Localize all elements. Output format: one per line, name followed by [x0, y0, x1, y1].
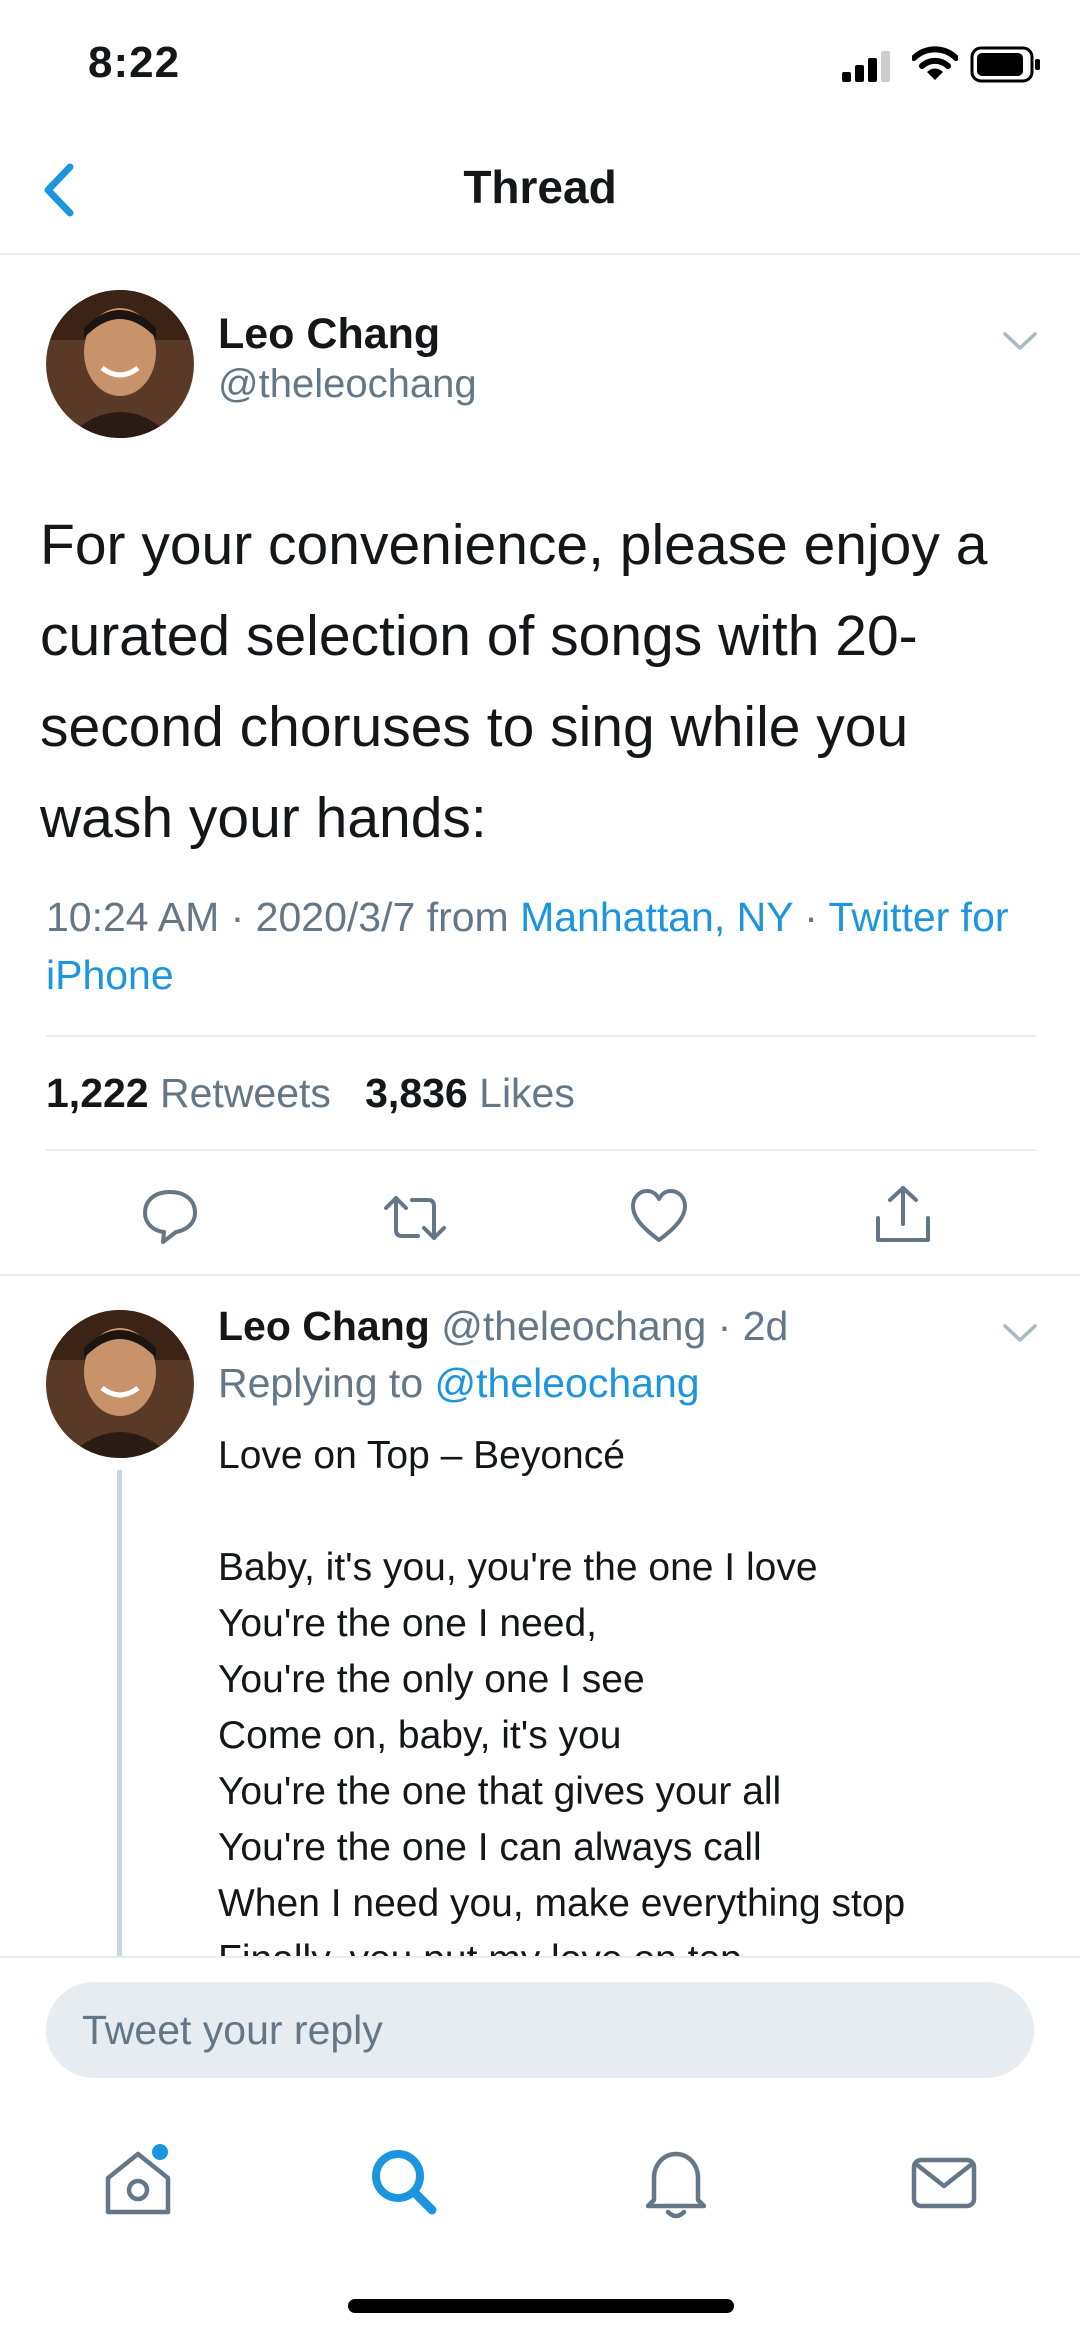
- messages-icon[interactable]: [904, 2142, 984, 2222]
- share-icon[interactable]: [874, 1184, 932, 1246]
- divider: [0, 1274, 1080, 1276]
- replying-label: Replying to: [218, 1360, 424, 1406]
- retweet-icon[interactable]: [382, 1190, 448, 1246]
- composer-bar: [0, 1956, 1080, 2341]
- reply-author-handle[interactable]: @theleochang: [441, 1303, 706, 1349]
- replying-to: Replying to @theleochang: [218, 1360, 700, 1407]
- replying-handle-link[interactable]: @theleochang: [435, 1360, 700, 1406]
- reply-input[interactable]: [46, 1982, 1034, 2078]
- status-time: 8:22: [88, 38, 181, 87]
- tweet-stats: 1,222 Retweets 3,836 Likes: [46, 1070, 575, 1117]
- reply-name-line: Leo Chang @theleochang · 2d: [218, 1303, 789, 1349]
- likes-stat[interactable]: 3,836 Likes: [365, 1070, 575, 1116]
- reply-icon[interactable]: [140, 1186, 200, 1246]
- retweets-count: 1,222: [46, 1070, 149, 1116]
- page-title: Thread: [463, 161, 617, 213]
- reply-line: You're the one that gives your all: [218, 1770, 782, 1813]
- reply-line: You're the only one I see: [218, 1658, 645, 1701]
- likes-label: Likes: [479, 1070, 575, 1116]
- header-divider: [0, 253, 1080, 255]
- reply-avatar[interactable]: [46, 1310, 194, 1458]
- author-name[interactable]: Leo Chang: [218, 310, 440, 359]
- notifications-icon[interactable]: [636, 2142, 716, 2222]
- reply-line: When I need you, make everything stop: [218, 1882, 906, 1925]
- divider: [46, 1035, 1036, 1037]
- tweet-date: 2020/3/7: [255, 894, 416, 940]
- home-indicator[interactable]: [348, 2299, 734, 2313]
- retweets-label: Retweets: [160, 1070, 331, 1116]
- avatar[interactable]: [46, 290, 194, 438]
- tweet-meta: 10:24 AM · 2020/3/7 from Manhattan, NY ·…: [46, 894, 1009, 998]
- reply-author-name[interactable]: Leo Chang: [218, 1303, 430, 1349]
- reply-line: You're the one I need,: [218, 1602, 597, 1645]
- like-icon[interactable]: [630, 1188, 688, 1244]
- battery-icon: [970, 46, 1040, 83]
- reply-line: [218, 1484, 1058, 1540]
- reply-line: You're the one I can always call: [218, 1826, 762, 1869]
- tweet-text: For your convenience, please enjoy a cur…: [40, 513, 988, 850]
- reply-tweet[interactable]: Leo Chang @theleochang · 2d Replying to …: [0, 1290, 1080, 1956]
- search-icon[interactable]: [364, 2142, 444, 2222]
- tweet-time: 10:24 AM: [46, 894, 220, 940]
- home-icon[interactable]: [98, 2142, 178, 2222]
- chevron-down-icon[interactable]: [1002, 330, 1038, 352]
- divider: [46, 1149, 1036, 1151]
- reply-line: Finally, you put my love on top: [218, 1932, 1058, 1956]
- author-handle[interactable]: @theleochang: [218, 362, 477, 407]
- wifi-icon: [912, 46, 958, 80]
- thread-line: [117, 1470, 122, 1956]
- chevron-down-icon[interactable]: [1002, 1322, 1038, 1344]
- reply-line: Come on, baby, it's you: [218, 1714, 622, 1757]
- reply-line: Baby, it's you, you're the one I love: [218, 1546, 818, 1589]
- signal-icon: [842, 51, 890, 82]
- tweet-location-link[interactable]: Manhattan, NY: [520, 894, 793, 940]
- from-label: from: [426, 894, 509, 940]
- reply-line: Love on Top – Beyoncé: [218, 1434, 625, 1477]
- likes-count: 3,836: [365, 1070, 468, 1116]
- reply-age: 2d: [742, 1303, 789, 1349]
- retweets-stat[interactable]: 1,222 Retweets: [46, 1070, 331, 1116]
- reply-text: Love on Top – Beyoncé Baby, it's you, yo…: [218, 1428, 1058, 1956]
